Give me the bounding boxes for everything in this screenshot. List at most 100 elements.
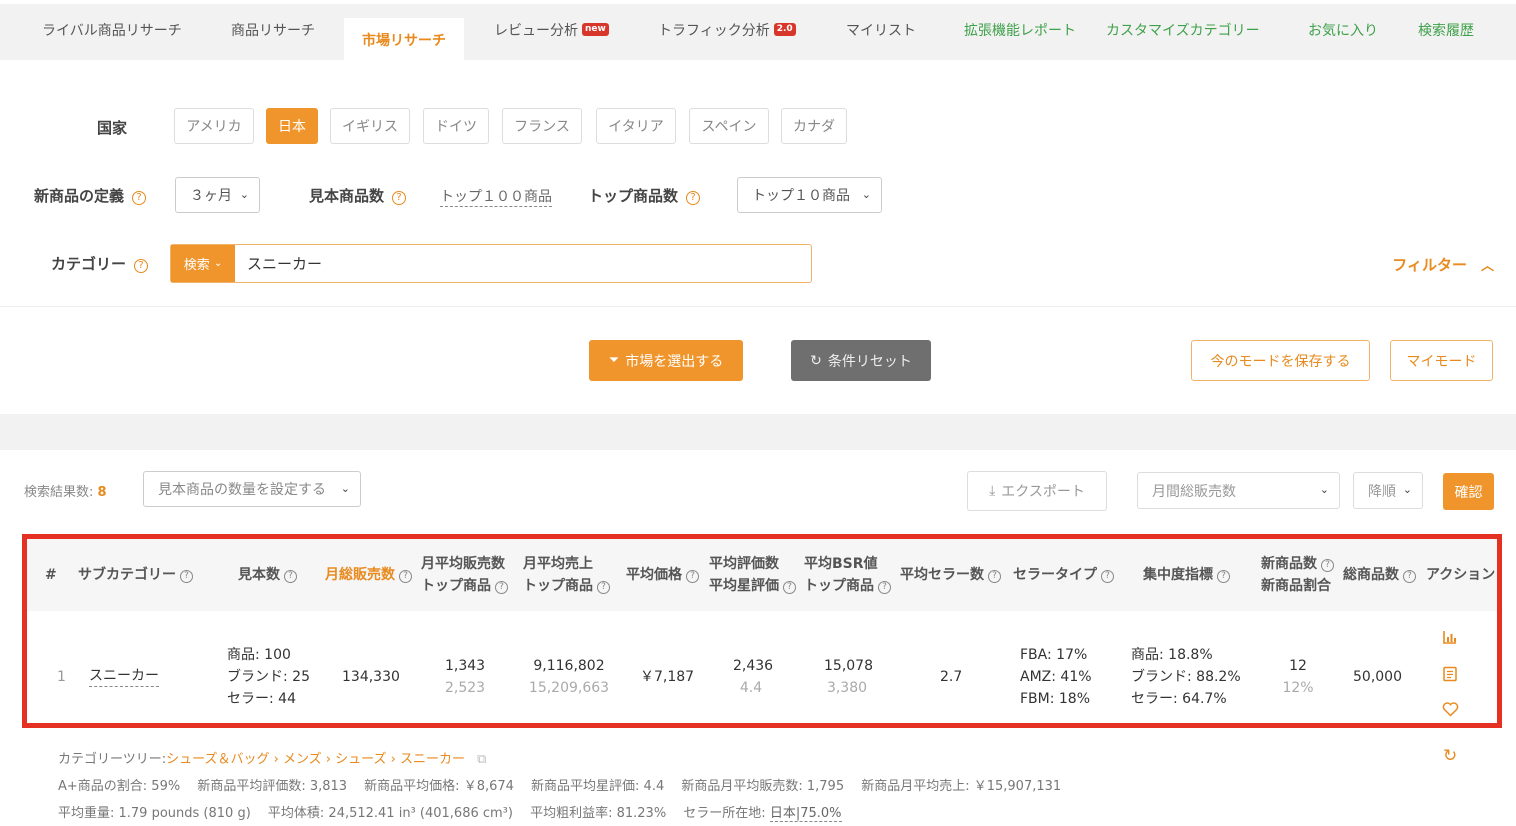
label-text: カテゴリー [51, 255, 127, 273]
tab-review-analysis[interactable]: レビュー分析 new [494, 20, 609, 40]
col-concentration[interactable]: 集中度指標? [1143, 564, 1230, 586]
result-count: 検索結果数: 8 [24, 481, 107, 500]
value-ratio: 12% [1282, 680, 1314, 696]
help-icon[interactable]: ? [686, 191, 701, 205]
category-label: カテゴリー? [51, 253, 149, 274]
samples-products: 商品: 100 [227, 647, 291, 663]
tab-product-research[interactable]: 商品リサーチ [231, 20, 315, 40]
chart-icon[interactable] [1442, 629, 1458, 649]
top-count-label: トップ商品数? [588, 185, 701, 206]
country-it[interactable]: イタリア [596, 108, 676, 144]
stats-text: 平均重量: 1.79 pounds (810 g) 平均体積: 24,512.4… [58, 806, 770, 821]
sort-field-select[interactable]: 月間総販売数 ⌄ [1137, 472, 1340, 509]
avg-revenue-cell: 9,116,802 15,209,663 [528, 655, 610, 699]
save-mode-button[interactable]: 今のモードを保存する [1191, 340, 1370, 381]
tab-extension-report[interactable]: 拡張機能レポート [964, 20, 1076, 40]
subcategory-link[interactable]: スニーカー [89, 666, 159, 687]
country-us[interactable]: アメリカ [174, 108, 254, 144]
col-label: 平均セラー数 [900, 567, 984, 583]
tab-market-research[interactable]: 市場リサーチ [344, 18, 464, 68]
country-uk[interactable]: イギリス [330, 108, 410, 144]
col-label-sub: 平均星評価 [709, 578, 779, 594]
avg-price-value: ￥7,187 [640, 669, 695, 685]
external-link-icon[interactable]: ⧉ [477, 752, 486, 767]
value: 1,343 [445, 658, 486, 674]
value-stars: 4.4 [739, 680, 763, 696]
col-avg-price[interactable]: 平均価格? [626, 564, 699, 586]
help-icon[interactable]: ? [392, 191, 407, 205]
col-seller-type[interactable]: セラータイプ? [1013, 564, 1114, 586]
tab-rival-research[interactable]: ライバル商品リサーチ [42, 20, 182, 40]
top-count-select[interactable]: トップ１０商品 ⌄ [737, 177, 882, 213]
tab-favorites[interactable]: お気に入り [1308, 20, 1378, 40]
col-new-products[interactable]: 新商品数? 新商品割合 [1261, 553, 1334, 597]
col-label: 平均評価数 [709, 556, 779, 572]
col-label-sub: トップ商品 [421, 578, 491, 594]
my-mode-button[interactable]: マイモード [1390, 340, 1493, 381]
value: 12 [1289, 658, 1307, 674]
col-total-products[interactable]: 総商品数? [1343, 564, 1416, 586]
filter-toggle[interactable]: フィルター ︿ [1392, 254, 1494, 275]
col-label: 月平均販売数 [421, 556, 505, 572]
category-input[interactable] [235, 254, 795, 273]
reset-button[interactable]: ↻ 条件リセット [791, 340, 931, 381]
col-samples[interactable]: 見本数? [238, 564, 297, 586]
new-badge: new [582, 23, 609, 36]
country-ca[interactable]: カナダ [781, 108, 847, 144]
divider [0, 306, 1516, 307]
report-icon[interactable] [1442, 666, 1458, 686]
help-icon[interactable]: ? [134, 259, 149, 273]
refresh-icon[interactable]: ↻ [1443, 746, 1457, 766]
country-option-label: イギリス [342, 119, 398, 135]
brand-concentration: ブランド: 88.2% [1131, 669, 1241, 685]
button-label: 条件リセット [827, 353, 912, 370]
samples-cell: 商品: 100 ブランド: 25 セラー: 44 [227, 644, 310, 710]
seller-location[interactable]: 日本|75.0% [769, 806, 842, 822]
tab-my-list[interactable]: マイリスト [846, 20, 916, 40]
country-option-label: カナダ [793, 119, 835, 135]
col-no: # [45, 567, 57, 583]
col-label: サブカテゴリー [78, 567, 176, 583]
tab-search-history[interactable]: 検索履歴 [1418, 20, 1474, 40]
search-mode-dropdown[interactable]: 検索 ⌄ [171, 245, 235, 282]
country-fr[interactable]: フランス [502, 108, 582, 144]
col-avg-sellers[interactable]: 平均セラー数? [900, 564, 1001, 586]
filter-label: フィルター [1392, 256, 1467, 274]
results-table: # サブカテゴリー? 見本数? 月総販売数? 月平均販売数 トップ商品? 月平均売… [22, 534, 1502, 728]
col-avg-monthly-sales[interactable]: 月平均販売数 トップ商品? [421, 553, 508, 597]
col-avg-revenue[interactable]: 月平均売上 トップ商品? [523, 553, 610, 597]
col-label: 平均BSR値 [804, 556, 878, 572]
heart-icon[interactable] [1442, 702, 1459, 721]
tab-label: 市場リサーチ [362, 33, 446, 49]
nav-tabs: ライバル商品リサーチ 商品リサーチ 市場リサーチ レビュー分析 new トラフィッ… [0, 0, 1516, 68]
tab-custom-category[interactable]: カスタマイズカテゴリー [1106, 20, 1260, 40]
country-option-label: ドイツ [435, 119, 477, 135]
sample-count-value[interactable]: トップ１００商品 [440, 186, 552, 207]
confirm-button[interactable]: 確認 [1443, 473, 1494, 510]
country-de[interactable]: ドイツ [423, 108, 489, 144]
help-icon: ? [495, 581, 508, 594]
new-product-def-select[interactable]: ３ヶ月 ⌄ [175, 177, 260, 213]
select-market-button[interactable]: ⏷ 市場を選出する [589, 340, 743, 381]
col-monthly-sales[interactable]: 月総販売数? [325, 564, 412, 586]
tree-path[interactable]: シューズ＆バッグ › メンズ › シューズ › スニーカー [166, 752, 465, 767]
country-option-label: イタリア [608, 119, 664, 135]
country-option-label: スペイン [701, 119, 757, 135]
help-icon[interactable]: ? [132, 191, 147, 205]
label-text: 新商品の定義 [34, 187, 125, 205]
sort-order-select[interactable]: 降順 ⌄ [1353, 472, 1423, 509]
col-avg-reviews[interactable]: 平均評価数 平均星評価? [709, 553, 796, 597]
chevron-down-icon: ⌄ [340, 482, 350, 495]
country-es[interactable]: スペイン [689, 108, 769, 144]
avg-bsr-cell: 15,078 3,380 [824, 655, 873, 699]
col-avg-bsr[interactable]: 平均BSR値 トップ商品? [804, 553, 891, 597]
monthly-sales-value: 134,330 [342, 669, 400, 685]
sample-qty-select[interactable]: 見本商品の数量を設定する ⌄ [143, 471, 361, 507]
export-button[interactable]: ⤓ エクスポート [967, 471, 1107, 511]
tab-label: 検索履歴 [1418, 23, 1474, 39]
tab-traffic-analysis[interactable]: トラフィック分析 2.0 [658, 20, 796, 40]
tab-label: カスタマイズカテゴリー [1106, 23, 1260, 39]
col-label: 新商品数 [1261, 556, 1317, 572]
country-jp[interactable]: 日本 [266, 108, 318, 144]
col-subcategory[interactable]: サブカテゴリー? [78, 564, 193, 586]
